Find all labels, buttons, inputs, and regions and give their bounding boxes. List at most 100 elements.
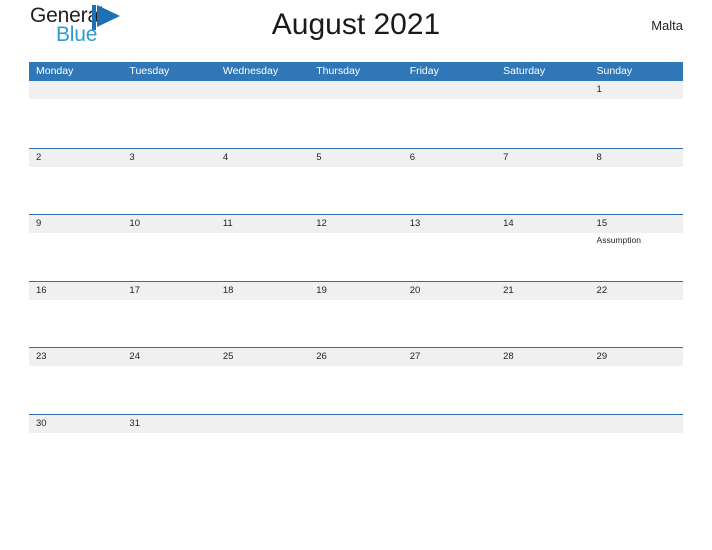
calendar-day-cell-empty xyxy=(496,415,589,481)
calendar-day-cell[interactable]: 5 xyxy=(309,149,402,215)
weeks-container: 1 2 3 4 5 6 7 8 9 10 11 12 13 14 15 Assumption 16 17 18 19 2… xyxy=(29,81,683,480)
page-header: General Blue August 2021 Malta xyxy=(29,0,683,62)
calendar-day-cell[interactable]: 4 xyxy=(216,149,309,215)
calendar-day-cell-empty xyxy=(309,415,402,481)
calendar-day-cell[interactable]: 25 xyxy=(216,348,309,414)
calendar-week-row: 2 3 4 5 6 7 8 xyxy=(29,147,683,215)
calendar-day-cell[interactable]: 1 xyxy=(590,81,683,148)
calendar-day-cell[interactable]: 11 xyxy=(216,215,309,281)
calendar-day-cell-empty xyxy=(216,415,309,481)
calendar-day-cell-empty xyxy=(403,415,496,481)
calendar-week-row: 16 17 18 19 20 21 22 xyxy=(29,280,683,348)
day-number: 1 xyxy=(596,84,602,95)
day-number: 2 xyxy=(36,151,42,163)
calendar-day-cell[interactable]: 3 xyxy=(122,149,215,215)
calendar-day-cell-empty xyxy=(216,81,309,148)
day-number: 25 xyxy=(222,351,234,362)
week-cells: 2 3 4 5 6 7 8 xyxy=(29,149,683,215)
calendar-day-cell[interactable]: 19 xyxy=(309,282,402,348)
day-number: 17 xyxy=(129,284,140,296)
day-number: 7 xyxy=(503,151,509,163)
calendar-page: General Blue August 2021 Malta Monday Tu… xyxy=(0,0,712,550)
calendar-day-cell[interactable]: 2 xyxy=(29,149,122,215)
calendar-day-cell[interactable]: 14 xyxy=(496,215,589,281)
calendar-day-cell[interactable]: 20 xyxy=(403,282,496,348)
day-number: 9 xyxy=(36,218,42,229)
calendar-day-cell[interactable]: 24 xyxy=(122,348,215,414)
day-number: 18 xyxy=(222,284,234,296)
calendar-day-cell[interactable]: 26 xyxy=(309,348,402,414)
calendar-day-cell[interactable]: 8 xyxy=(590,149,683,215)
calendar-week-row: 9 10 11 12 13 14 15 Assumption xyxy=(29,214,683,281)
day-number: 23 xyxy=(36,351,47,362)
calendar-day-cell-empty xyxy=(403,81,496,148)
day-number: 10 xyxy=(129,218,140,229)
calendar-week-row: 23 24 25 26 27 28 29 xyxy=(29,347,683,414)
calendar-day-cell[interactable]: 29 xyxy=(590,348,683,414)
calendar-day-cell[interactable]: 6 xyxy=(403,149,496,215)
weekday-thursday: Thursday xyxy=(316,65,361,77)
calendar-day-cell[interactable]: 27 xyxy=(403,348,496,414)
weekday-monday: Monday xyxy=(36,65,74,77)
calendar-day-cell-empty xyxy=(309,81,402,148)
day-number: 3 xyxy=(129,151,135,163)
day-number: 21 xyxy=(503,284,514,296)
calendar-day-cell[interactable]: 13 xyxy=(403,215,496,281)
weekday-tuesday: Tuesday xyxy=(129,65,170,77)
day-number: 22 xyxy=(596,284,608,296)
calendar-day-cell[interactable]: 10 xyxy=(122,215,215,281)
day-number: 5 xyxy=(316,151,322,163)
calendar-day-cell-empty xyxy=(29,81,122,148)
calendar-day-cell-empty xyxy=(496,81,589,148)
day-number: 28 xyxy=(503,351,514,362)
week-cells: 23 24 25 26 27 28 29 xyxy=(29,348,683,414)
day-number: 24 xyxy=(129,351,140,362)
calendar-day-cell[interactable]: 17 xyxy=(122,282,215,348)
day-number: 11 xyxy=(222,218,233,229)
calendar-day-cell[interactable]: 30 xyxy=(29,415,122,481)
weekday-wednesday: Wednesday xyxy=(222,65,279,77)
day-number: 14 xyxy=(503,218,514,229)
calendar-day-cell[interactable]: 12 xyxy=(309,215,402,281)
day-number: 15 xyxy=(596,218,608,229)
calendar-day-cell[interactable]: 15 Assumption xyxy=(590,215,683,281)
day-number: 31 xyxy=(129,417,140,429)
calendar-day-cell[interactable]: 18 xyxy=(216,282,309,348)
calendar-day-cell[interactable]: 7 xyxy=(496,149,589,215)
weekday-saturday: Saturday xyxy=(503,65,546,77)
week-cells: 16 17 18 19 20 21 22 xyxy=(29,282,683,348)
calendar-day-cell[interactable]: 28 xyxy=(496,348,589,414)
day-number: 19 xyxy=(316,284,327,296)
week-cells: 30 31 xyxy=(29,415,683,481)
day-number: 12 xyxy=(316,218,327,229)
day-number: 16 xyxy=(36,284,47,296)
calendar-week-row: 1 xyxy=(29,81,683,148)
day-number: 27 xyxy=(409,351,421,362)
day-number: 29 xyxy=(596,351,608,362)
week-cells: 9 10 11 12 13 14 15 Assumption xyxy=(29,215,683,281)
day-number: 6 xyxy=(409,151,415,163)
holiday-label: Assumption xyxy=(596,235,641,245)
calendar-day-cell-empty xyxy=(122,81,215,148)
calendar-day-cell-empty xyxy=(590,415,683,481)
calendar-day-cell[interactable]: 31 xyxy=(122,415,215,481)
month-calendar: Monday Tuesday Wednesday Thursday Friday… xyxy=(29,62,683,480)
day-number: 4 xyxy=(222,151,229,163)
calendar-day-cell[interactable]: 21 xyxy=(496,282,589,348)
day-number: 8 xyxy=(596,151,602,163)
calendar-week-row: 30 31 xyxy=(29,413,683,481)
region-label: Malta xyxy=(651,18,683,33)
calendar-day-cell[interactable]: 22 xyxy=(590,282,683,348)
calendar-day-cell[interactable]: 16 xyxy=(29,282,122,348)
calendar-day-cell[interactable]: 23 xyxy=(29,348,122,414)
day-number: 30 xyxy=(36,417,47,429)
page-title: August 2021 xyxy=(271,8,441,41)
week-cells: 1 xyxy=(29,81,683,148)
day-number: 20 xyxy=(409,284,421,296)
day-number: 13 xyxy=(409,218,421,229)
weekday-sunday: Sunday xyxy=(596,65,633,77)
weekday-friday: Friday xyxy=(409,65,439,77)
day-number: 26 xyxy=(316,351,327,362)
weekday-header-row: Monday Tuesday Wednesday Thursday Friday… xyxy=(29,62,683,81)
calendar-day-cell[interactable]: 9 xyxy=(29,215,122,281)
